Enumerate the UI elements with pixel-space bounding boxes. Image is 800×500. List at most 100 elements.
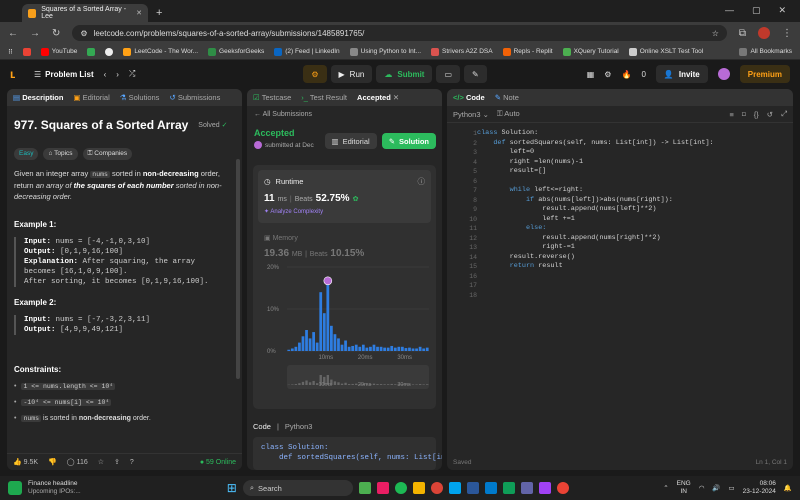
streak-fire-icon[interactable]: 🔥 — [621, 70, 631, 79]
format-icon[interactable]: ≡ — [729, 110, 733, 119]
next-problem-icon[interactable]: › — [116, 70, 119, 79]
address-bar[interactable]: ⚙ leetcode.com/problems/squares-of-a-sor… — [72, 25, 727, 41]
bookmark-maps[interactable] — [87, 47, 96, 56]
bookmark-youtube[interactable]: YouTube — [40, 47, 77, 56]
comments-button[interactable]: ◯ 116 — [67, 458, 88, 466]
shuffle-icon[interactable]: ⤮ — [129, 69, 135, 79]
word-icon[interactable] — [466, 482, 479, 494]
photos-icon[interactable] — [376, 482, 389, 494]
clock[interactable]: 08:06 23-12-2024 — [743, 480, 776, 496]
tab-test-result[interactable]: ›_ Test Result — [301, 93, 347, 102]
notes-button[interactable]: ▭ — [436, 65, 461, 83]
share-icon[interactable]: ⇪ — [114, 458, 120, 466]
store-icon[interactable] — [448, 482, 461, 494]
chrome-icon[interactable] — [430, 482, 443, 494]
maximize-icon[interactable]: ▢ — [752, 5, 761, 16]
difficulty-tag[interactable]: Easy — [14, 148, 39, 160]
profile-avatar[interactable] — [758, 27, 770, 39]
close-window-icon[interactable]: ✕ — [778, 5, 786, 16]
bookmark-geeksforgeeks[interactable]: GeeksforGeeks — [208, 47, 264, 56]
file-explorer-icon[interactable] — [412, 482, 425, 494]
bookmark-leetcode[interactable]: LeetCode - The Wor... — [123, 47, 198, 56]
bookmark-xslt[interactable]: Online XSLT Test Tool — [628, 47, 703, 56]
info-icon[interactable]: ⓘ — [418, 176, 426, 187]
news-widget[interactable]: Finance headline Upcoming IPOs:... — [28, 480, 81, 496]
back-icon[interactable]: ← — [8, 28, 18, 39]
notifications-icon[interactable]: 🔔 — [784, 484, 792, 492]
debug-button[interactable]: ⚙ — [303, 65, 327, 83]
braces-icon[interactable]: {} — [754, 110, 759, 119]
solution-button[interactable]: ✎ Solution — [381, 133, 436, 149]
editorial-button[interactable]: ▥ Editorial — [324, 133, 377, 149]
premium-button[interactable]: Premium — [739, 65, 790, 83]
browser-menu-icon[interactable]: ⋮ — [782, 28, 792, 39]
browser-tab[interactable]: Squares of a Sorted Array - Lee ✕ — [22, 4, 148, 22]
leetcode-logo-icon[interactable]: ʟ — [10, 67, 24, 81]
bookmark-linkedin[interactable]: (2) Feed | LinkedIn — [274, 47, 340, 56]
help-icon[interactable]: ? — [130, 459, 134, 466]
vscode-icon[interactable] — [484, 482, 497, 494]
expand-icon[interactable]: ⤢ — [781, 109, 787, 119]
auto-toggle[interactable]: ⚿ Auto — [497, 109, 520, 119]
whiteboard-button[interactable]: ✎ — [464, 65, 487, 83]
forward-icon[interactable]: → — [30, 28, 40, 39]
settings-icon[interactable]: ⚙ — [604, 70, 611, 79]
app-icon[interactable] — [538, 482, 551, 494]
like-button[interactable]: 👍 9.5K — [13, 458, 38, 466]
tab-code[interactable]: </> Code — [453, 93, 485, 102]
tab-note[interactable]: ✎ Note — [495, 93, 519, 102]
spotify-icon[interactable] — [394, 482, 407, 494]
chrome-profile-icon[interactable] — [556, 482, 569, 494]
prev-problem-icon[interactable]: ‹ — [104, 70, 107, 79]
dislike-icon[interactable]: 👎 — [48, 458, 57, 466]
reload-icon[interactable]: ↻ — [52, 28, 60, 39]
favorite-icon[interactable]: ☆ — [98, 458, 104, 466]
new-tab-icon[interactable]: + — [156, 7, 162, 19]
edge-icon[interactable] — [502, 482, 515, 494]
close-tab-icon[interactable]: ✕ — [393, 93, 399, 102]
news-widget-icon[interactable] — [8, 481, 22, 495]
bookmark-python[interactable]: Using Python to Int... — [349, 47, 421, 56]
volume-icon[interactable]: 🔊 — [712, 484, 720, 492]
tab-accepted[interactable]: Accepted ✕ — [357, 93, 399, 102]
bookmark-apps-icon[interactable]: ⠿ — [8, 48, 13, 56]
widgets-icon[interactable] — [358, 482, 371, 494]
tab-solutions[interactable]: ⚗ Solutions — [120, 93, 160, 102]
language-select[interactable]: Python3 ⌄ — [453, 110, 489, 119]
layout-icon[interactable]: ▦ — [587, 70, 595, 79]
taskbar-search[interactable]: ⌕ Search — [242, 480, 353, 496]
bookmark-icon[interactable]: ⌑ — [742, 110, 746, 119]
reset-icon[interactable]: ↺ — [767, 110, 773, 119]
run-button[interactable]: ▶ Run — [330, 65, 373, 83]
language-indicator[interactable]: ENG IN — [677, 480, 691, 496]
tab-testcase[interactable]: ☑ Testcase — [253, 93, 291, 102]
topics-tag[interactable]: ⌂ Topics — [43, 148, 78, 160]
close-tab-icon[interactable]: ✕ — [136, 9, 142, 17]
memory-box[interactable]: ▣ Memory 19.36 MB | Beats 10.15% — [264, 234, 436, 259]
analyze-complexity-link[interactable]: ✦ Analyze Complexity — [264, 208, 425, 215]
all-bookmarks[interactable]: All Bookmarks — [739, 47, 792, 56]
runtime-distribution-chart[interactable]: 0% 10% 20% 10ms 20ms 30ms 10ms 20ms 30ms — [253, 261, 436, 417]
tab-editorial[interactable]: ▣ Editorial — [73, 93, 109, 102]
windows-start-icon[interactable]: ⊞ — [227, 481, 237, 495]
user-avatar[interactable] — [717, 68, 730, 80]
wifi-icon[interactable]: ◠ — [699, 484, 705, 492]
site-info-icon[interactable]: ⚙ — [80, 29, 87, 38]
minimize-icon[interactable]: — — [725, 5, 734, 16]
tab-submissions[interactable]: ↺ Submissions — [169, 93, 220, 102]
bookmark-replit[interactable]: Repls - Replit — [502, 47, 553, 56]
all-submissions-link[interactable]: ← All Submissions — [247, 111, 442, 118]
description-scrollbar[interactable] — [236, 159, 240, 379]
runtime-box[interactable]: ◷ Runtime ⓘ 11 ms | Beats 52.75% ✿ ✦ Analyze … — [258, 170, 431, 223]
teams-icon[interactable] — [520, 482, 533, 494]
extensions-icon[interactable]: ⧉ — [739, 28, 746, 39]
problem-list-nav[interactable]: ☰ Problem List — [34, 70, 94, 79]
bookmark-strivers[interactable]: Strivers A2Z DSA — [431, 47, 493, 56]
tab-description[interactable]: ▤ Description — [13, 93, 63, 102]
invite-button[interactable]: 👤 Invite — [655, 65, 708, 83]
submit-button[interactable]: ☁ Submit — [376, 65, 433, 83]
tray-chevron-icon[interactable]: ⌃ — [663, 484, 668, 492]
code-editor[interactable]: class Solution: def sortedSquares(self, … — [477, 129, 714, 300]
companies-tag[interactable]: ⚿ Companies — [82, 148, 133, 160]
bookmark-star-icon[interactable]: ☆ — [712, 29, 719, 38]
